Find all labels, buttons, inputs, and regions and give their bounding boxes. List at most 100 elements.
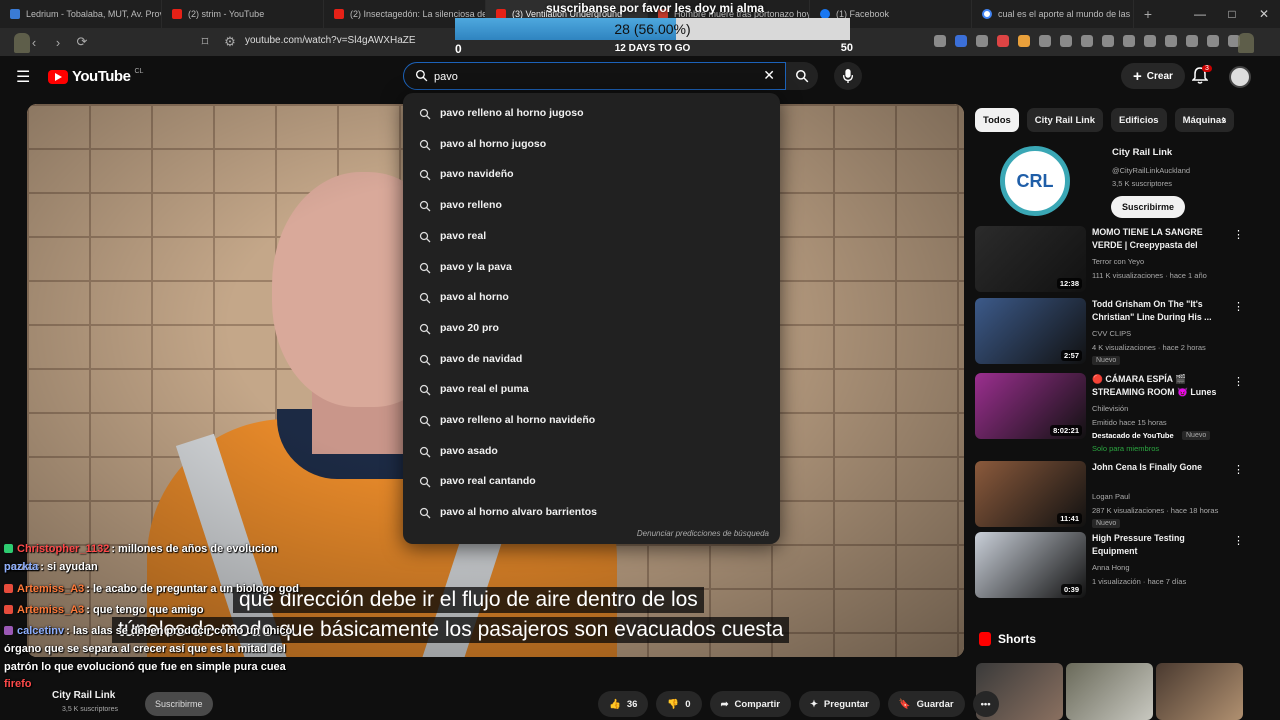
recommended-video[interactable]: 8:02:21 🔴 CÁMARA ESPÍA 🎬 STREAMING ROOM 😈… bbox=[975, 373, 1244, 453]
more-actions-button[interactable]: ••• bbox=[972, 691, 999, 717]
ask-button[interactable]: ✦ Preguntar bbox=[798, 691, 880, 717]
new-badge: Nuevo bbox=[1092, 519, 1121, 528]
hamburger-menu-icon[interactable]: ☰ bbox=[16, 67, 30, 87]
browser-tab[interactable]: Ledrium - Tobalaba, MUT, Av. Provid bbox=[0, 0, 162, 28]
extension-icon[interactable] bbox=[1123, 35, 1135, 47]
forward-icon[interactable]: › bbox=[46, 35, 70, 50]
more-options-icon[interactable]: ⋮ bbox=[1233, 300, 1244, 313]
subscribe-button[interactable]: Suscribirme bbox=[1111, 196, 1186, 218]
video-thumbnail[interactable]: 11:41 bbox=[975, 461, 1086, 527]
extension-icon[interactable] bbox=[1060, 35, 1072, 47]
create-button[interactable]: + Crear bbox=[1121, 63, 1185, 89]
search-suggestion[interactable]: pavo real bbox=[403, 221, 780, 251]
video-thumbnail[interactable]: 12:38 bbox=[975, 226, 1086, 292]
dislike-button[interactable]: 👎 0 bbox=[656, 691, 702, 717]
report-predictions-link[interactable]: Denunciar predicciones de búsqueda bbox=[637, 529, 769, 538]
video-title[interactable]: 🔴 CÁMARA ESPÍA 🎬 STREAMING ROOM 😈 Lunes … bbox=[1092, 373, 1222, 400]
recommended-video[interactable]: 12:38 MOMO TIENE LA SANGRE VERDE | Creepy… bbox=[975, 226, 1244, 294]
video-channel[interactable]: Terror con Yeyo bbox=[1092, 257, 1144, 266]
channel-name[interactable]: City Rail Link bbox=[1112, 147, 1172, 158]
minimize-icon[interactable]: — bbox=[1184, 7, 1216, 21]
like-button[interactable]: 👍 36 bbox=[598, 691, 649, 717]
video-title[interactable]: High Pressure Testing Equipment bbox=[1092, 532, 1222, 558]
extension-icon[interactable] bbox=[1081, 35, 1093, 47]
extension-icon[interactable] bbox=[1039, 35, 1051, 47]
video-title[interactable]: MOMO TIENE LA SANGRE VERDE | Creepypasta… bbox=[1092, 226, 1222, 253]
search-suggestion[interactable]: pavo al horno bbox=[403, 282, 780, 312]
video-thumbnail[interactable]: 0:39 bbox=[975, 532, 1086, 598]
search-suggestion[interactable]: pavo asado bbox=[403, 436, 780, 466]
video-channel[interactable]: Anna Hong bbox=[1092, 563, 1130, 572]
extension-icon[interactable] bbox=[1018, 35, 1030, 47]
new-tab-button[interactable]: + bbox=[1134, 6, 1162, 22]
extension-icon[interactable] bbox=[1144, 35, 1156, 47]
short-thumbnail[interactable] bbox=[1066, 663, 1153, 720]
search-suggestion[interactable]: pavo y la pava bbox=[403, 252, 780, 282]
search-input[interactable] bbox=[434, 68, 734, 86]
more-options-icon[interactable]: ⋮ bbox=[1233, 375, 1244, 388]
channel-logo[interactable]: CRL bbox=[1000, 146, 1070, 216]
extension-icon[interactable] bbox=[1207, 35, 1219, 47]
video-subscribe-button[interactable]: Suscribirme bbox=[145, 692, 213, 716]
short-thumbnail[interactable] bbox=[1156, 663, 1243, 720]
search-suggestion[interactable]: pavo al horno alvaro barrientos bbox=[403, 497, 780, 527]
search-suggestion[interactable]: pavo real cantando bbox=[403, 466, 780, 496]
search-suggestion[interactable]: pavo relleno al horno navideño bbox=[403, 405, 780, 435]
video-thumbnail[interactable]: 2:57 bbox=[975, 298, 1086, 364]
chip-buildings[interactable]: Edificios bbox=[1110, 108, 1167, 132]
search-suggestion[interactable]: pavo de navidad bbox=[403, 344, 780, 374]
extension-icon[interactable] bbox=[997, 35, 1009, 47]
recommended-video[interactable]: 0:39 High Pressure Testing Equipment Anna … bbox=[975, 532, 1244, 600]
google-favicon-icon bbox=[982, 9, 992, 19]
dislike-count: 0 bbox=[685, 698, 691, 710]
url-field[interactable]: youtube.com/watch?v=Sl4gAWXHaZE bbox=[245, 35, 416, 46]
more-options-icon[interactable]: ⋮ bbox=[1233, 228, 1244, 241]
bookmark-icon[interactable]: ⌑ bbox=[193, 34, 217, 50]
search-suggestion[interactable]: pavo al horno jugoso bbox=[403, 129, 780, 159]
account-avatar[interactable] bbox=[1229, 66, 1251, 88]
extension-icon[interactable] bbox=[976, 35, 988, 47]
search-icon bbox=[419, 261, 431, 279]
video-channel[interactable]: CVV CLIPS bbox=[1092, 329, 1131, 338]
search-suggestion[interactable]: pavo navideño bbox=[403, 159, 780, 189]
extension-icon[interactable] bbox=[1186, 35, 1198, 47]
share-button[interactable]: ➦ Compartir bbox=[709, 691, 791, 717]
video-title[interactable]: John Cena Is Finally Gone bbox=[1092, 461, 1222, 474]
extension-icon[interactable] bbox=[934, 35, 946, 47]
search-suggestion[interactable]: pavo 20 pro bbox=[403, 313, 780, 343]
save-button[interactable]: 🔖 Guardar bbox=[887, 691, 965, 717]
extension-icon[interactable] bbox=[955, 35, 967, 47]
browser-tab[interactable]: (2) strim - YouTube bbox=[162, 0, 324, 28]
suggestion-text: pavo y la pava bbox=[440, 260, 512, 273]
recommended-video[interactable]: 2:57 Todd Grisham On The "It's Christian"… bbox=[975, 298, 1244, 366]
clear-search-icon[interactable]: ✕ bbox=[763, 67, 775, 84]
extension-icon[interactable] bbox=[1102, 35, 1114, 47]
video-channel[interactable]: Logan Paul bbox=[1092, 492, 1130, 501]
site-info-icon[interactable]: ⚙ bbox=[218, 34, 242, 50]
browser-tab[interactable]: cual es el aporte al mundo de las ar bbox=[972, 0, 1134, 28]
search-suggestion[interactable]: pavo relleno bbox=[403, 190, 780, 220]
maximize-icon[interactable]: □ bbox=[1216, 7, 1248, 21]
chip-all[interactable]: Todos bbox=[975, 108, 1019, 132]
video-channel[interactable]: Chilevisión bbox=[1092, 404, 1128, 413]
search-button[interactable] bbox=[786, 62, 818, 90]
chip-city-rail-link[interactable]: City Rail Link bbox=[1026, 108, 1103, 132]
extension-icon[interactable] bbox=[1165, 35, 1177, 47]
channel-card: CRL City Rail Link @CityRailLinkAuckland… bbox=[975, 138, 1240, 226]
voice-search-button[interactable] bbox=[834, 62, 862, 90]
search-suggestion[interactable]: pavo real el puma bbox=[403, 374, 780, 404]
reload-icon[interactable]: ⟳ bbox=[70, 34, 94, 50]
shorts-header: Shorts bbox=[979, 632, 1036, 646]
tab-favicon-icon bbox=[10, 9, 20, 19]
recommended-video[interactable]: 11:41 John Cena Is Finally Gone Logan Paul… bbox=[975, 461, 1244, 529]
video-title[interactable]: Todd Grisham On The "It's Christian" Lin… bbox=[1092, 298, 1222, 324]
close-icon[interactable]: ✕ bbox=[1248, 7, 1280, 21]
more-options-icon[interactable]: ⋮ bbox=[1233, 534, 1244, 547]
chat-username: Artemiss_A3 bbox=[17, 583, 85, 595]
video-thumbnail[interactable]: 8:02:21 bbox=[975, 373, 1086, 439]
video-duration: 11:41 bbox=[1057, 513, 1082, 524]
search-suggestion[interactable]: pavo relleno al horno jugoso bbox=[403, 98, 780, 128]
youtube-logo[interactable]: YouTube CL bbox=[48, 68, 143, 85]
chevron-right-icon[interactable]: › bbox=[1222, 112, 1226, 126]
more-options-icon[interactable]: ⋮ bbox=[1233, 463, 1244, 476]
